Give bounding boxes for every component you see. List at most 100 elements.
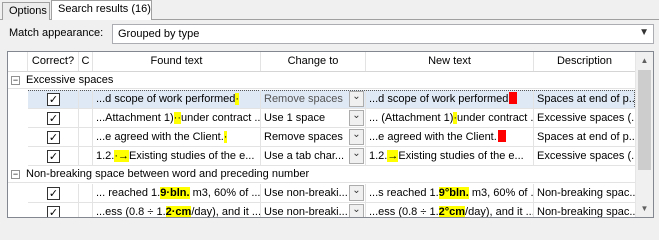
chevron-down-icon[interactable]: ⌄: [349, 91, 364, 107]
table-row[interactable]: ✓ ... reached 1.9·bln. m3, 60% of ... Use …: [8, 184, 635, 203]
found-text-prefix: ... reached 1.: [96, 187, 161, 199]
new-text-cell[interactable]: ... (Attachment 1)·under contract ...: [366, 109, 534, 128]
found-text-cell[interactable]: ...e agreed with the Client.·: [93, 128, 261, 147]
correct-cell: ✓: [28, 203, 79, 217]
new-text-prefix: ...d scope of work performed: [369, 93, 509, 105]
table-row[interactable]: ✓ 1.2.·→Existing studies of the e... Use a…: [8, 147, 635, 166]
new-text-cell[interactable]: ...d scope of work performed: [366, 90, 534, 109]
row-gutter: [8, 109, 28, 128]
change-to-select[interactable]: Use non-breaki... ⌄: [261, 184, 366, 203]
c-cell: [79, 109, 93, 128]
correct-checkbox[interactable]: ✓: [47, 206, 60, 217]
chevron-down-icon[interactable]: ⌄: [349, 185, 364, 201]
new-text-suffix: under contract ...: [457, 112, 534, 124]
tab-bar: Options Search results (16): [0, 0, 659, 20]
scroll-thumb[interactable]: [638, 70, 651, 170]
found-text-cell[interactable]: ...Attachment 1)··under contract ...: [93, 109, 261, 128]
change-to-select[interactable]: Use 1 space ⌄: [261, 109, 366, 128]
change-to-select[interactable]: Remove spaces ⌄: [261, 90, 366, 109]
change-to-value: Use a tab char...: [264, 150, 345, 162]
header-correct[interactable]: Correct?: [28, 52, 79, 71]
found-text-suffix: Existing studies of the e...: [129, 150, 255, 162]
chevron-down-icon[interactable]: ⌄: [349, 204, 364, 217]
found-text-cell[interactable]: ...d scope of work performed·: [93, 90, 261, 109]
row-gutter: [8, 147, 28, 166]
row-gutter: [8, 203, 28, 217]
header-c[interactable]: C: [79, 52, 93, 71]
found-text-highlight: 2·cm: [165, 206, 192, 218]
correct-cell: ✓: [28, 128, 79, 147]
row-gutter: [8, 90, 28, 109]
scroll-up-icon[interactable]: ▲: [636, 52, 653, 69]
scroll-down-icon[interactable]: ▼: [636, 200, 653, 217]
change-to-value: Remove spaces: [264, 131, 343, 143]
header-new-text[interactable]: New text: [366, 52, 534, 71]
header-gutter: [8, 52, 28, 71]
group-header[interactable]: − Excessive spaces: [8, 72, 635, 89]
found-text-prefix: ...e agreed with the Client.: [96, 131, 224, 143]
found-text-cell[interactable]: ... reached 1.9·bln. m3, 60% of ...: [93, 184, 261, 203]
description-text: Spaces at end of p...: [537, 93, 635, 105]
tab-search-results[interactable]: Search results (16): [51, 0, 152, 20]
new-text-cell[interactable]: ...e agreed with the Client.: [366, 128, 534, 147]
correct-checkbox[interactable]: ✓: [47, 150, 60, 163]
found-text-highlight: ·: [235, 93, 240, 105]
c-cell: [79, 90, 93, 109]
group-title: Excessive spaces: [26, 74, 114, 86]
found-text-prefix: ...d scope of work performed: [96, 93, 236, 105]
found-text-cell[interactable]: 1.2.·→Existing studies of the e...: [93, 147, 261, 166]
collapse-icon[interactable]: −: [11, 76, 20, 85]
correct-checkbox[interactable]: ✓: [47, 131, 60, 144]
header-description[interactable]: Description: [534, 52, 635, 71]
table-row[interactable]: ✓ ...ess (0.8 ÷ 1.2·cm/day), and it ... Us…: [8, 203, 635, 218]
chevron-down-icon[interactable]: ⌄: [349, 129, 364, 145]
vertical-scrollbar[interactable]: ▲ ▼: [635, 52, 653, 217]
description-cell: Spaces at end of p...: [534, 128, 635, 147]
change-to-value: Use 1 space: [264, 112, 326, 124]
correct-checkbox[interactable]: ✓: [47, 93, 60, 106]
header-change-to[interactable]: Change to: [261, 52, 366, 71]
new-text-cell[interactable]: 1.2.→Existing studies of the e...: [366, 147, 534, 166]
found-text-highlight: ·→: [114, 150, 130, 162]
correct-cell: ✓: [28, 109, 79, 128]
c-cell: [79, 147, 93, 166]
chevron-down-icon[interactable]: ⌄: [349, 110, 364, 126]
removed-space-marker: [509, 92, 518, 104]
new-text-cell[interactable]: ...s reached 1.9°bln. m3, 60% of ...: [366, 184, 534, 203]
description-cell: Spaces at end of p...: [534, 90, 635, 109]
tab-options[interactable]: Options: [2, 2, 50, 20]
new-text-highlight: 2°cm: [438, 206, 466, 218]
group-title: Non-breaking space between word and prec…: [26, 168, 310, 180]
correct-checkbox[interactable]: ✓: [47, 187, 60, 200]
description-text: Excessive spaces (...: [537, 150, 635, 162]
change-to-select[interactable]: Remove spaces ⌄: [261, 128, 366, 147]
group-header[interactable]: − Non-breaking space between word and pre…: [8, 166, 635, 183]
found-text-highlight: ·: [223, 131, 228, 143]
match-appearance-value: Grouped by type: [118, 28, 200, 40]
found-text-suffix: under contract ...: [180, 112, 261, 124]
removed-space-marker: [497, 130, 506, 142]
c-cell: [79, 203, 93, 217]
table-row[interactable]: ✓ ...e agreed with the Client.· Remove spa…: [8, 128, 635, 147]
new-text-prefix: ...e agreed with the Client.: [369, 131, 497, 143]
table-row[interactable]: ✓ ...Attachment 1)··under contract ... Use…: [8, 109, 635, 128]
table-row[interactable]: ✓ ...d scope of work performed· Remove spa…: [8, 90, 635, 109]
found-text-cell[interactable]: ...ess (0.8 ÷ 1.2·cm/day), and it ...: [93, 203, 261, 218]
found-text-highlight: ··: [173, 112, 181, 124]
chevron-down-icon[interactable]: ⌄: [349, 148, 364, 164]
header-found-text[interactable]: Found text: [93, 52, 261, 71]
change-to-value: Use non-breaki...: [264, 206, 348, 218]
new-text-prefix: 1.2.: [369, 150, 388, 162]
change-to-select[interactable]: Use a tab char... ⌄: [261, 147, 366, 166]
description-cell: Excessive spaces (...: [534, 109, 635, 128]
change-to-select[interactable]: Use non-breaki... ⌄: [261, 203, 366, 218]
correct-cell: ✓: [28, 147, 79, 166]
found-text-highlight: 9·bln.: [160, 187, 190, 199]
collapse-icon[interactable]: −: [11, 170, 20, 179]
chevron-down-icon: ▼: [639, 27, 649, 38]
new-text-cell[interactable]: ...ess (0.8 ÷ 1.2°cm/day), and it ...: [366, 203, 534, 218]
description-cell: Non-breaking spac...: [534, 184, 635, 203]
correct-checkbox[interactable]: ✓: [47, 112, 60, 125]
match-appearance-select[interactable]: Grouped by type ▼: [112, 24, 654, 44]
description-cell: Non-breaking spac...: [534, 203, 635, 217]
